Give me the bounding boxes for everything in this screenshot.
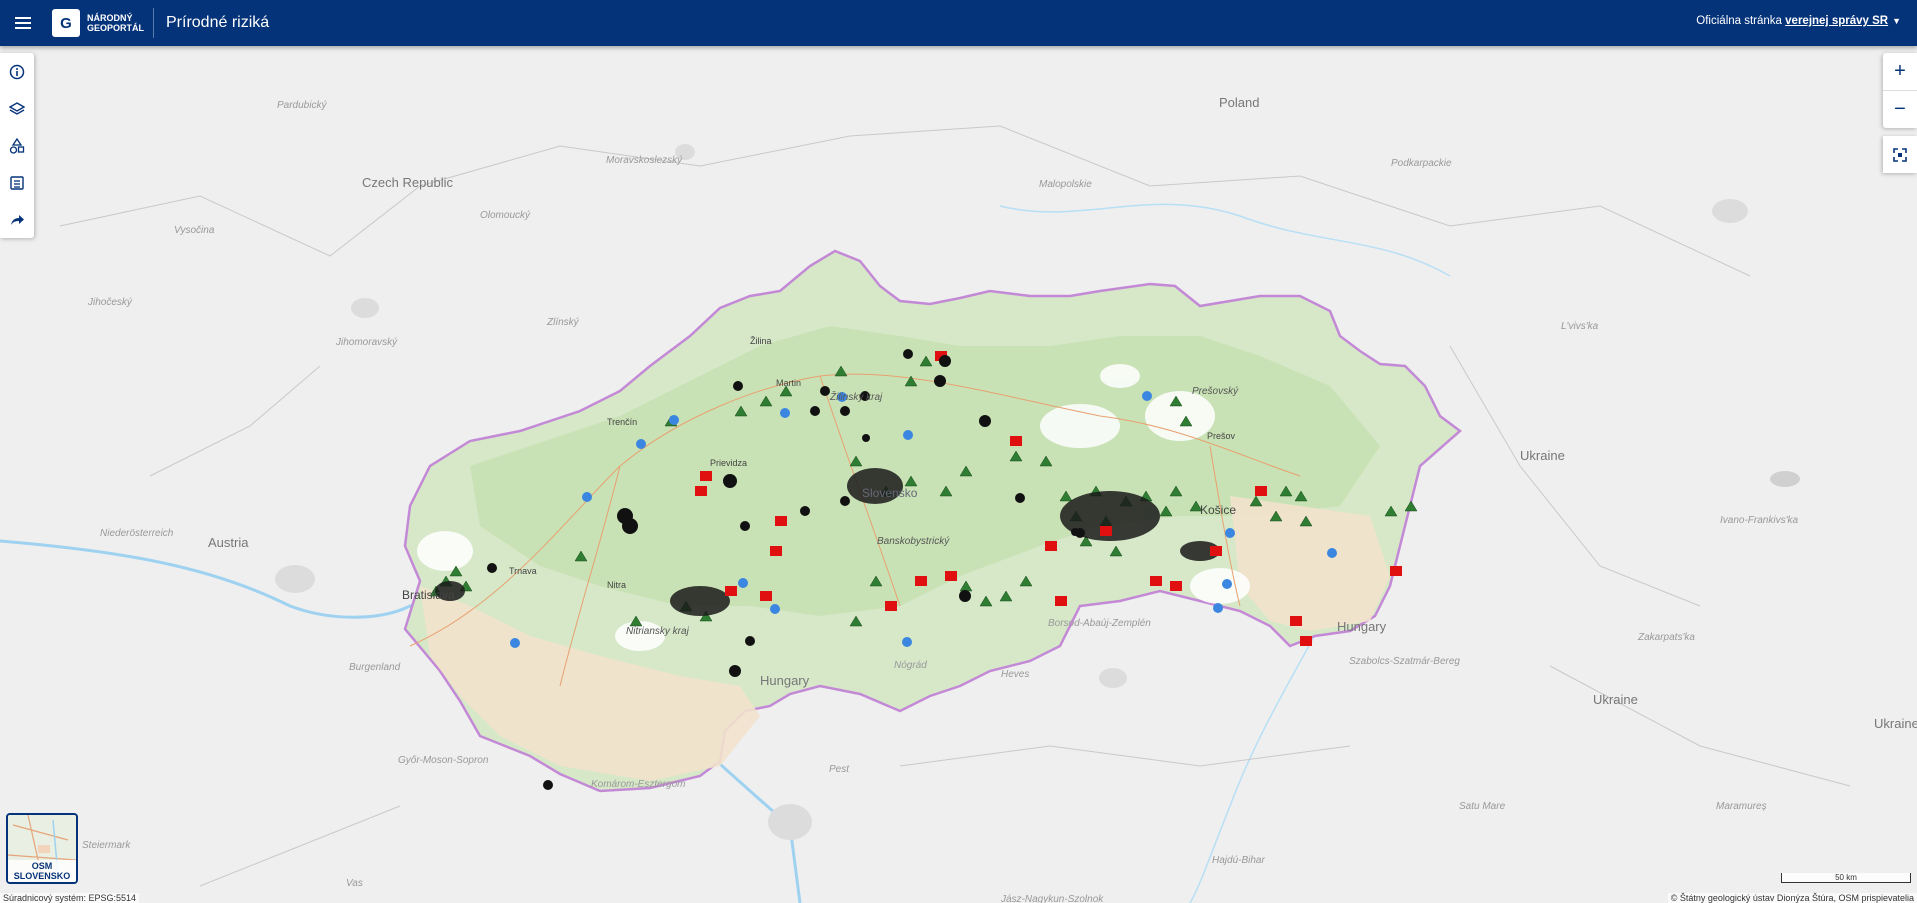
map-canvas[interactable]: Poland Czech Republic Austria Hungary Hu… — [0, 46, 1917, 903]
label-trnava: Trnava — [509, 566, 537, 576]
logo-text: Národný geoportál — [87, 13, 145, 33]
label-gyor: Győr-Moson-Sopron — [398, 755, 489, 766]
label-banskobystricky: Banskobystrický — [877, 536, 950, 547]
city-nitra: Nitra — [607, 580, 627, 590]
chevron-down-icon: ▼ — [1892, 16, 1901, 26]
legend-list-icon — [10, 175, 24, 190]
label-vysocina: Vysočina — [174, 225, 215, 236]
label-olomoucky: Olomoucký — [480, 210, 531, 221]
label-poland: Poland — [1219, 95, 1260, 110]
label-hungary-1: Hungary — [760, 673, 810, 688]
attribution: © Štátny geologický ústav Dionýza Štúra,… — [1667, 893, 1917, 903]
label-jasz: Jász-Nagykun-Szolnok — [1001, 894, 1104, 903]
geoportal-logo[interactable]: G Národný geoportál — [52, 9, 145, 37]
label-szabolcs: Szabolcs-Szatmár-Bereg — [1349, 656, 1460, 667]
lake — [1770, 471, 1800, 487]
label-ukraine-2: Ukraine — [1593, 692, 1638, 707]
label-steiermark: Steiermark — [82, 840, 131, 851]
info-icon — [9, 64, 25, 79]
label-pest: Pest — [829, 764, 850, 775]
map-toolbar — [0, 53, 34, 238]
gov-prefix: Oficiálna stránka — [1696, 15, 1782, 27]
zoom-out-button[interactable]: − — [1883, 91, 1917, 128]
gov-official-link[interactable]: Oficiálna stránka verejnej správy SR ▼ — [1696, 15, 1901, 27]
label-heves: Heves — [1001, 669, 1030, 680]
share-button[interactable] — [0, 201, 34, 238]
basemap-label: OSM SLOVENSKO — [8, 860, 76, 882]
logo-badge: G — [52, 9, 80, 37]
shapes-icon — [9, 137, 25, 154]
zoom-in-button[interactable]: + — [1883, 53, 1917, 90]
menu-button[interactable] — [0, 0, 46, 46]
label-satu-mare: Satu Mare — [1459, 801, 1506, 812]
label-ivano-frankivska: Ivano-Frankivs'ka — [1720, 515, 1799, 526]
label-borsod: Borsod-Abaúj-Zemplén — [1048, 618, 1151, 629]
label-hajdu: Hajdú-Bihar — [1212, 855, 1265, 866]
city-trencin: Trenčín — [607, 417, 638, 427]
city-bratislava: Bratislava — [402, 588, 455, 602]
fullscreen-icon — [1893, 147, 1907, 162]
label-zakarpatska: Zakarpats'ka — [1638, 632, 1695, 643]
label-burgenland: Burgenland — [349, 662, 401, 673]
app-header: G Národný geoportál Prírodné riziká Ofic… — [0, 0, 1917, 46]
label-nograd: Nógrád — [894, 660, 927, 671]
basemap-label-line2: SLOVENSKO — [13, 871, 71, 881]
share-icon — [11, 214, 24, 225]
map-svg[interactable] — [0, 46, 1917, 903]
label-maramures: Maramureș — [1716, 801, 1767, 812]
legend-button[interactable] — [0, 164, 34, 201]
label-jihomoravsky: Jihomoravský — [336, 337, 398, 348]
label-ukraine-1: Ukraine — [1520, 448, 1565, 463]
label-moravskoslezsky: Moravskoslezský — [606, 155, 683, 166]
city-zilina: Žilina — [750, 336, 772, 346]
city-kosice: Košice — [1200, 503, 1237, 517]
label-niederosterreich-1: Niederösterreich — [100, 528, 174, 539]
city-martin: Martin — [776, 378, 802, 388]
info-button[interactable] — [0, 53, 34, 90]
hamburger-icon — [15, 22, 31, 24]
basemap-switcher[interactable]: OSM SLOVENSKO — [6, 813, 78, 884]
label-vas: Vas — [346, 878, 363, 889]
city-presov: Prešov — [1207, 431, 1236, 441]
label-malopolskie: Malopolskie — [1039, 179, 1092, 190]
label-hungary-2: Hungary — [1337, 619, 1387, 634]
shapes-button[interactable] — [0, 127, 34, 164]
label-czech-republic: Czech Republic — [362, 175, 454, 190]
label-lvivska: L'vivs'ka — [1561, 321, 1599, 332]
label-podkarpackie: Podkarpackie — [1391, 158, 1452, 169]
app-title: Prírodné riziká — [166, 14, 270, 31]
city-prievidza: Prievidza — [710, 458, 748, 468]
label-austria: Austria — [208, 535, 249, 550]
label-nitriansky: Nitriansky kraj — [626, 626, 689, 637]
layers-button[interactable] — [0, 90, 34, 127]
label-zilinsky: Žilinský kraj — [830, 392, 883, 403]
label-pardubicky: Pardubický — [277, 100, 327, 111]
header-divider — [153, 8, 154, 38]
scale-bar: 50 km — [1781, 873, 1911, 883]
label-zlinsky: Zlínský — [547, 317, 579, 328]
fullscreen-button[interactable] — [1883, 136, 1917, 173]
label-ukraine-3: Ukraine — [1874, 716, 1917, 731]
label-slovensko: Slovensko — [862, 486, 918, 500]
label-komarom: Komárom-Esztergom — [591, 779, 686, 790]
coordinate-system: Súradnicový systém: EPSG:5514 — [0, 893, 140, 903]
label-presovsky: Prešovský — [1192, 386, 1239, 397]
label-jihocesky: Jihočeský — [88, 297, 132, 308]
river-vistula — [999, 203, 1451, 277]
zoom-controls: + − — [1883, 53, 1917, 128]
basemap-label-line1: OSM — [31, 861, 53, 871]
layers-icon — [9, 101, 25, 115]
gov-link-text[interactable]: verejnej správy SR — [1785, 15, 1888, 27]
